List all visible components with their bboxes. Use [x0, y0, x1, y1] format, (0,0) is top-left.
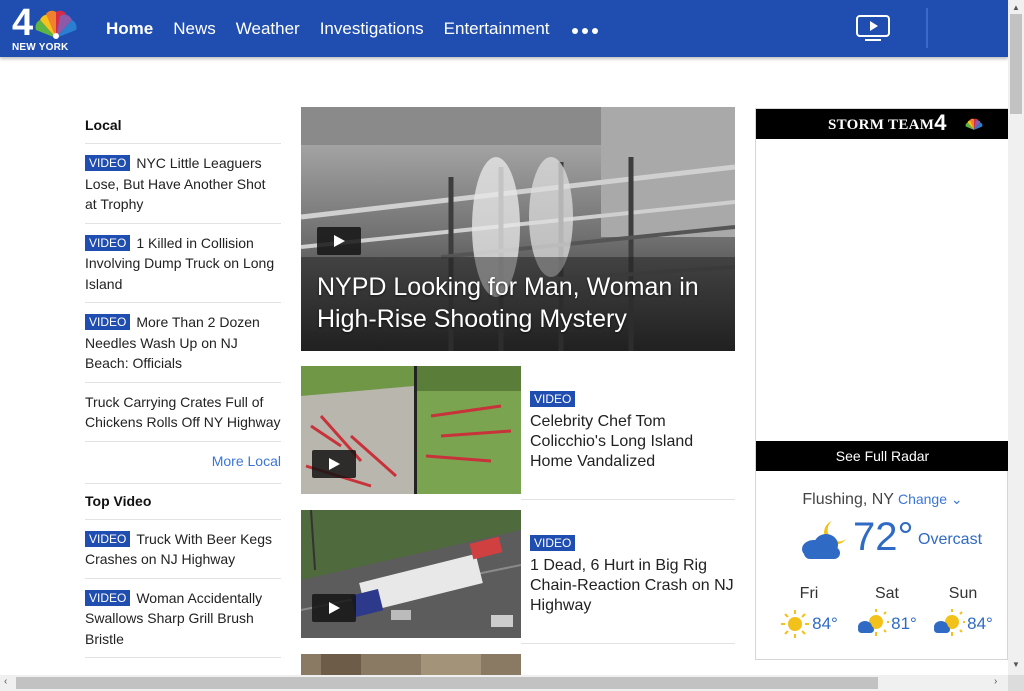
- hero-story[interactable]: NYPD Looking for Man, Woman in High-Rise…: [301, 107, 735, 351]
- weather-widget: STORM TEAM 4 See Full Radar Flushing, NY C…: [755, 108, 1009, 660]
- video-badge: VIDEO: [530, 535, 576, 551]
- peacock-icon: [35, 10, 77, 39]
- nbc4-logo[interactable]: 4 NEW YORK: [10, 4, 80, 54]
- forecast-day-label: Sun: [948, 585, 978, 602]
- list-item[interactable]: VIDEO Truck With Beer Kegs Crashes on NJ …: [85, 520, 281, 579]
- nav-home[interactable]: Home: [106, 19, 153, 39]
- top-video-section-title: Top Video: [85, 484, 281, 520]
- location-name: Flushing, NY: [802, 491, 894, 508]
- weather-location: Flushing, NY Change ⌄: [756, 491, 1009, 509]
- play-button[interactable]: [312, 594, 356, 622]
- scrollbar-thumb[interactable]: [16, 677, 878, 689]
- story-thumbnail[interactable]: [301, 510, 521, 638]
- video-badge: VIDEO: [85, 589, 131, 606]
- story-headline[interactable]: 1 Dead, 6 Hurt in Big Rig Chain-Reaction…: [530, 557, 734, 614]
- story-headline[interactable]: Truck Carrying Crates Full of Chickens R…: [85, 394, 281, 431]
- video-badge: VIDEO: [85, 234, 131, 251]
- play-icon: [329, 602, 340, 614]
- forecast-day-label: Sat: [874, 585, 899, 602]
- page: 4 NEW YORK Home News Weather Investigati…: [0, 0, 1024, 691]
- partly-sunny-icon: [934, 609, 966, 636]
- play-button[interactable]: [317, 227, 361, 255]
- scrollbar-thumb[interactable]: [1010, 14, 1022, 114]
- list-item[interactable]: VIDEO Woman Accidentally Swallows Sharp G…: [85, 579, 281, 658]
- forecast-day: Fri 84°: [774, 585, 844, 639]
- storm-team-header: STORM TEAM 4: [756, 109, 1009, 139]
- sunny-icon: [781, 610, 810, 638]
- partly-sunny-icon: [858, 609, 890, 636]
- current-temperature: 72°: [853, 515, 914, 559]
- more-dots-icon[interactable]: [571, 27, 598, 34]
- nav-weather[interactable]: Weather: [236, 19, 300, 39]
- scrollbar-corner: [1008, 675, 1024, 691]
- top-nav-bar: 4 NEW YORK Home News Weather Investigati…: [0, 0, 1008, 57]
- divider: [521, 643, 735, 644]
- scroll-up-icon[interactable]: ▲: [1012, 3, 1020, 12]
- scroll-right-icon[interactable]: ›: [994, 676, 997, 687]
- video-badge: VIDEO: [85, 530, 131, 547]
- story-image: [301, 654, 521, 675]
- more-local-link[interactable]: More Local: [85, 442, 281, 484]
- forecast-day: Sun 84°: [928, 585, 998, 639]
- play-button[interactable]: [312, 450, 356, 478]
- main-nav: Home News Weather Investigations Enterta…: [106, 0, 598, 57]
- list-item[interactable]: VIDEO More Than 2 Dozen Needles Wash Up o…: [85, 303, 281, 383]
- forecast-temp: 84°: [967, 614, 993, 633]
- logo-number: 4: [12, 2, 34, 44]
- forecast-day: Sat 81°: [852, 585, 922, 639]
- story-card-text: VIDEO Celebrity Chef Tom Colicchio's Lon…: [530, 390, 735, 472]
- story-card[interactable]: [301, 654, 735, 675]
- video-badge: VIDEO: [85, 155, 131, 171]
- current-condition: Overcast: [918, 531, 983, 548]
- forecast-temp: 81°: [891, 614, 917, 633]
- story-card[interactable]: VIDEO Celebrity Chef Tom Colicchio's Lon…: [301, 366, 735, 494]
- vertical-scrollbar[interactable]: ▲ ▼: [1008, 0, 1024, 675]
- left-column: Local VIDEO NYC Little Leaguers Lose, But…: [85, 108, 281, 658]
- nav-divider: [926, 8, 928, 48]
- partly-cloudy-night-icon: [802, 521, 846, 559]
- tv-play-icon[interactable]: [855, 14, 891, 42]
- list-item[interactable]: Truck Carrying Crates Full of Chickens R…: [85, 383, 281, 442]
- horizontal-scrollbar[interactable]: ‹ ›: [0, 675, 1008, 691]
- video-badge: VIDEO: [530, 391, 576, 407]
- storm-team-title: STORM TEAM 4: [828, 110, 946, 135]
- list-item[interactable]: VIDEO 1 Killed in Collision Involving Dum…: [85, 224, 281, 303]
- nav-investigations[interactable]: Investigations: [320, 19, 424, 39]
- story-thumbnail[interactable]: [301, 654, 521, 675]
- peacock-icon: [965, 118, 983, 130]
- hero-headline[interactable]: NYPD Looking for Man, Woman in High-Rise…: [317, 271, 727, 335]
- play-icon: [329, 458, 340, 470]
- scroll-down-icon[interactable]: ▼: [1012, 660, 1020, 669]
- storm-team-number: 4: [934, 110, 947, 135]
- forecast-temp: 84°: [812, 614, 838, 633]
- nav-news[interactable]: News: [173, 19, 216, 39]
- scroll-left-icon[interactable]: ‹: [4, 676, 7, 687]
- play-icon: [334, 235, 345, 247]
- list-item[interactable]: VIDEO NYC Little Leaguers Lose, But Have …: [85, 144, 281, 224]
- chevron-down-icon: ⌄: [950, 491, 963, 507]
- story-card[interactable]: VIDEO 1 Dead, 6 Hurt in Big Rig Chain-Re…: [301, 510, 735, 638]
- video-badge: VIDEO: [85, 314, 131, 330]
- story-thumbnail[interactable]: [301, 366, 521, 494]
- forecast-day-label: Fri: [799, 585, 819, 602]
- story-card-text: VIDEO 1 Dead, 6 Hurt in Big Rig Chain-Re…: [530, 534, 735, 616]
- logo-text: NEW YORK: [12, 42, 69, 53]
- storm-team-label: STORM TEAM: [828, 117, 935, 133]
- divider: [521, 499, 735, 500]
- radar-map[interactable]: [756, 139, 1009, 441]
- nav-entertainment[interactable]: Entertainment: [444, 19, 550, 39]
- change-location-link[interactable]: Change ⌄: [898, 491, 963, 507]
- story-headline[interactable]: Celebrity Chef Tom Colicchio's Long Isla…: [530, 413, 693, 470]
- see-full-radar-button[interactable]: See Full Radar: [756, 441, 1009, 471]
- local-section-title: Local: [85, 108, 281, 144]
